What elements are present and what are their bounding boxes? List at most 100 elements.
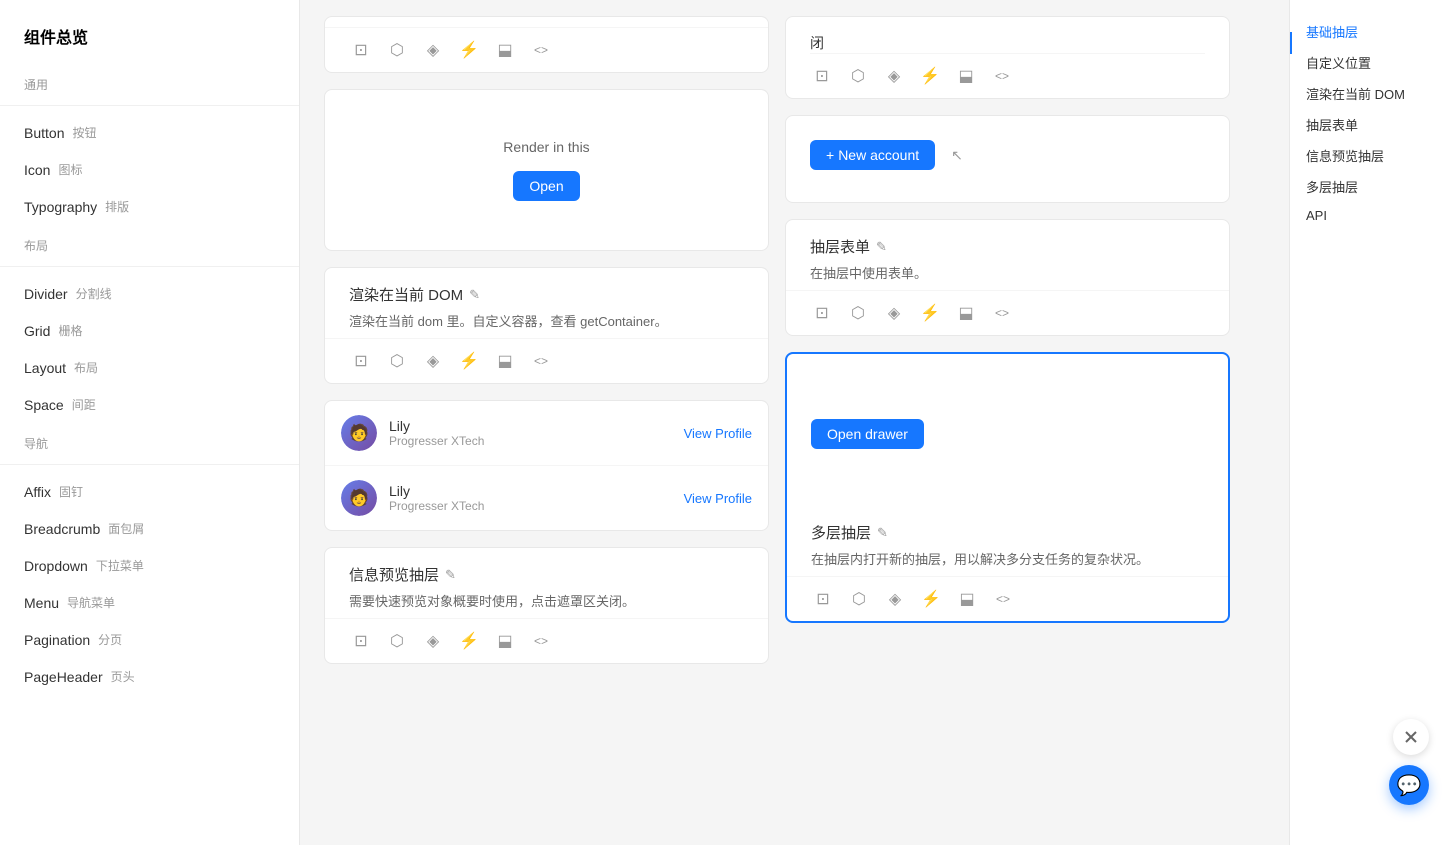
sidebar-item-dropdown-en: Dropdown <box>24 558 88 574</box>
section-label-nav: 导航 <box>0 427 299 456</box>
sandbox-icon-5[interactable]: ⬡ <box>385 629 409 653</box>
form-drawer-card: 抽层表单 ✎ 在抽层中使用表单。 ⊡ ⬡ ◈ ⚡ ⬓ <> <box>785 219 1230 336</box>
lightning-icon[interactable]: ⚡ <box>457 38 481 62</box>
new-account-card: + New account ↖ <box>785 115 1230 203</box>
view-profile-link-1[interactable]: View Profile <box>684 426 752 441</box>
copy-icon-r2[interactable]: ⊡ <box>810 301 834 325</box>
code-icon-r3[interactable]: <> <box>991 587 1015 611</box>
sidebar-item-icon[interactable]: Icon 图标 <box>0 151 299 188</box>
sidebar-item-space-zh: 间距 <box>72 396 96 413</box>
avatar-1: 🧑 <box>341 415 377 451</box>
float-chat-button[interactable]: 💬 <box>1389 765 1429 805</box>
preview-drawer-card: 信息预览抽层 ✎ 需要快速预览对象概要时使用，点击遮罩区关闭。 ⊡ ⬡ ◈ ⚡ … <box>324 547 769 664</box>
copy-icon-5[interactable]: ⊡ <box>349 629 373 653</box>
content-area: ⊡ ⬡ ◈ ⚡ ⬓ <> Render in this Open <box>324 0 1265 680</box>
sidebar-item-typography[interactable]: Typography 排版 <box>0 188 299 225</box>
lightning-icon-r1[interactable]: ⚡ <box>918 64 942 88</box>
sidebar-item-menu[interactable]: Menu 导航菜单 <box>0 584 299 621</box>
close-text: 闭 <box>810 33 1205 53</box>
sandbox-icon-r1[interactable]: ⬡ <box>846 64 870 88</box>
sidebar-item-typography-zh: 排版 <box>105 198 129 215</box>
view-profile-link-2[interactable]: View Profile <box>684 491 752 506</box>
lightning-icon-r2[interactable]: ⚡ <box>918 301 942 325</box>
render-dom-card: 渲染在当前 DOM ✎ 渲染在当前 dom 里。自定义容器，查看 getCont… <box>324 267 769 384</box>
copy-icon-2[interactable]: ⊡ <box>349 349 373 373</box>
preview-drawer-title: 信息预览抽层 ✎ <box>349 564 744 585</box>
sandbox-icon[interactable]: ⬡ <box>385 38 409 62</box>
sidebar-item-layout[interactable]: Layout 布局 <box>0 349 299 386</box>
download-icon-5[interactable]: ⬓ <box>493 629 517 653</box>
code-icon-5[interactable]: <> <box>529 629 553 653</box>
sidebar-item-divider[interactable]: Divider 分割线 <box>0 275 299 312</box>
download-icon-r1[interactable]: ⬓ <box>954 64 978 88</box>
download-icon[interactable]: ⬓ <box>493 38 517 62</box>
new-account-button[interactable]: + New account <box>810 140 935 170</box>
nav-item-preview[interactable]: 信息预览抽层 <box>1290 140 1449 171</box>
codepen-icon-5[interactable]: ◈ <box>421 629 445 653</box>
nav-item-basic[interactable]: 基础抽层 <box>1290 16 1449 47</box>
multi-drawer-title: 多层抽层 ✎ <box>811 522 1204 543</box>
form-drawer-edit-icon[interactable]: ✎ <box>876 239 887 255</box>
codepen-icon-r2[interactable]: ◈ <box>882 301 906 325</box>
sidebar-item-dropdown-zh: 下拉菜单 <box>96 557 144 574</box>
codepen-icon-r3[interactable]: ◈ <box>883 587 907 611</box>
sidebar-item-button[interactable]: Button 按钮 <box>0 114 299 151</box>
copy-icon-r3[interactable]: ⊡ <box>811 587 835 611</box>
codepen-icon-r1[interactable]: ◈ <box>882 64 906 88</box>
codepen-icon-2[interactable]: ◈ <box>421 349 445 373</box>
download-icon-2[interactable]: ⬓ <box>493 349 517 373</box>
active-indicator-bar <box>1290 32 1292 54</box>
multi-drawer-edit-icon[interactable]: ✎ <box>877 525 888 541</box>
sidebar: 组件总览 通用 Button 按钮 Icon 图标 Typography 排版 … <box>0 0 300 845</box>
preview-drawer-edit-icon[interactable]: ✎ <box>445 567 456 583</box>
sidebar-item-pageheader[interactable]: PageHeader 页头 <box>0 658 299 695</box>
user-info-1: Lily Progresser XTech <box>389 418 672 448</box>
lightning-icon-2[interactable]: ⚡ <box>457 349 481 373</box>
nav-item-custom-pos[interactable]: 自定义位置 <box>1290 47 1449 78</box>
cancel-icon <box>1403 729 1419 745</box>
sidebar-item-pagination-en: Pagination <box>24 632 90 648</box>
main-content: ⊡ ⬡ ◈ ⚡ ⬓ <> Render in this Open <box>300 0 1289 845</box>
sandbox-icon-r3[interactable]: ⬡ <box>847 587 871 611</box>
cursor-indicator: ↖ <box>951 147 963 164</box>
sidebar-item-space[interactable]: Space 间距 <box>0 386 299 423</box>
code-icon[interactable]: <> <box>529 38 553 62</box>
sidebar-item-grid[interactable]: Grid 栅格 <box>0 312 299 349</box>
top-partial-card: ⊡ ⬡ ◈ ⚡ ⬓ <> <box>324 16 769 73</box>
copy-icon-r1[interactable]: ⊡ <box>810 64 834 88</box>
sidebar-item-breadcrumb[interactable]: Breadcrumb 面包屑 <box>0 510 299 547</box>
render-dom-edit-icon[interactable]: ✎ <box>469 287 480 303</box>
sidebar-item-pagination-zh: 分页 <box>98 631 122 648</box>
copy-icon[interactable]: ⊡ <box>349 38 373 62</box>
sandbox-icon-2[interactable]: ⬡ <box>385 349 409 373</box>
avatar-img-1: 🧑 <box>341 415 377 451</box>
code-icon-2[interactable]: <> <box>529 349 553 373</box>
chat-icon: 💬 <box>1397 773 1422 798</box>
open-button[interactable]: Open <box>513 171 579 201</box>
download-icon-r3[interactable]: ⬓ <box>955 587 979 611</box>
close-partial-toolbar: ⊡ ⬡ ◈ ⚡ ⬓ <> <box>810 53 1205 98</box>
code-icon-r2[interactable]: <> <box>990 301 1014 325</box>
float-cancel-button[interactable] <box>1393 719 1429 755</box>
open-drawer-button[interactable]: Open drawer <box>811 419 924 449</box>
nav-item-render-dom[interactable]: 渲染在当前 DOM <box>1290 78 1449 109</box>
right-sidebar-nav: 基础抽层 自定义位置 渲染在当前 DOM 抽层表单 信息预览抽层 多层抽层 AP… <box>1289 0 1449 845</box>
nav-item-multi[interactable]: 多层抽层 <box>1290 171 1449 202</box>
lightning-icon-5[interactable]: ⚡ <box>457 629 481 653</box>
form-drawer-desc: 在抽层中使用表单。 <box>810 263 1205 282</box>
nav-item-api[interactable]: API <box>1290 202 1449 229</box>
sidebar-item-affix[interactable]: Affix 固钉 <box>0 473 299 510</box>
code-icon-r1[interactable]: <> <box>990 64 1014 88</box>
sidebar-item-dropdown[interactable]: Dropdown 下拉菜单 <box>0 547 299 584</box>
sidebar-item-grid-zh: 栅格 <box>58 322 82 339</box>
sidebar-item-pagination[interactable]: Pagination 分页 <box>0 621 299 658</box>
new-account-label: New account <box>838 147 919 163</box>
sidebar-item-typography-en: Typography <box>24 199 97 215</box>
preview-drawer-info: 信息预览抽层 ✎ 需要快速预览对象概要时使用，点击遮罩区关闭。 <box>325 548 768 618</box>
user-company-2: Progresser XTech <box>389 499 672 513</box>
codepen-icon[interactable]: ◈ <box>421 38 445 62</box>
download-icon-r2[interactable]: ⬓ <box>954 301 978 325</box>
sandbox-icon-r2[interactable]: ⬡ <box>846 301 870 325</box>
nav-item-form-drawer[interactable]: 抽层表单 <box>1290 109 1449 140</box>
lightning-icon-r3[interactable]: ⚡ <box>919 587 943 611</box>
